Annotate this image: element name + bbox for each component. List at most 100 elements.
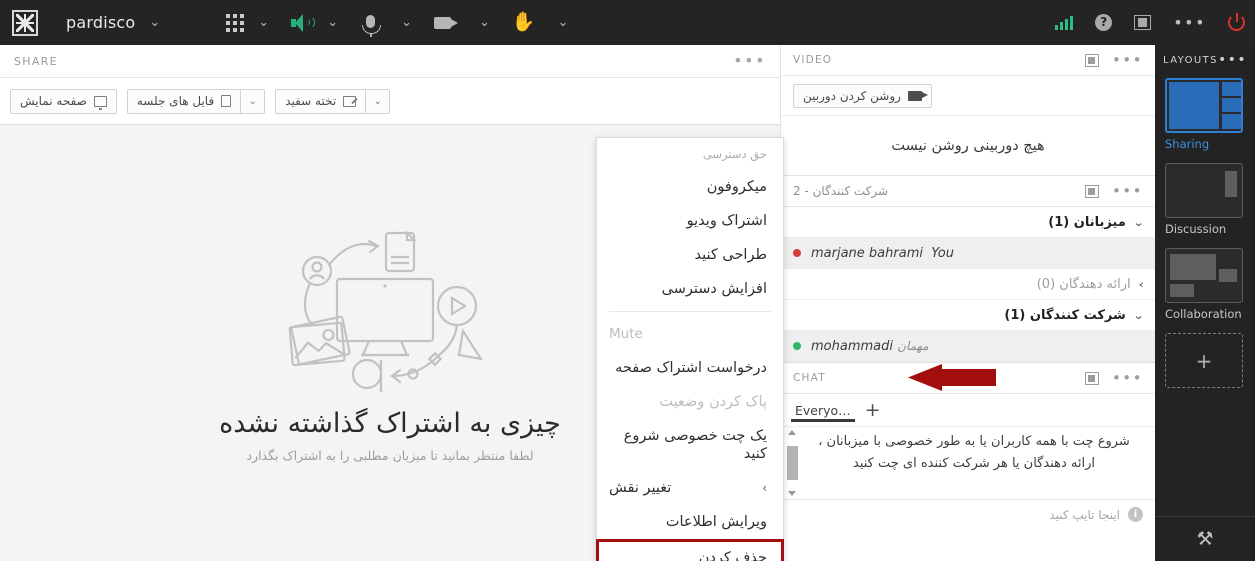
context-menu-item-edit-info[interactable]: ویرایش اطلاعات xyxy=(597,505,783,539)
context-menu-item-remove[interactable]: حذف کردن xyxy=(596,539,784,561)
room-name: pardisco xyxy=(66,13,136,32)
chat-scrollbar[interactable] xyxy=(781,427,803,499)
wrench-icon[interactable]: ⚒ xyxy=(1196,528,1213,550)
share-empty-subtitle: لطفا منتظر بمانید تا میزبان مطلبی را به … xyxy=(246,448,534,463)
layouts-footer: ⚒ xyxy=(1155,516,1255,561)
participant-row-host[interactable]: marjane bahrami You xyxy=(781,238,1155,269)
status-dot-icon xyxy=(793,249,801,257)
participants-group-attendees[interactable]: ⌄ شرکت کنندگان (1) xyxy=(781,300,1155,331)
share-screen-label: صفحه نمایش xyxy=(20,94,87,108)
chevron-right-icon: › xyxy=(762,481,767,495)
participants-group-presenters[interactable]: › ارائه دهندگان (0) xyxy=(781,269,1155,300)
participant-row-mohammadi[interactable]: mohammadi مهمان xyxy=(781,331,1155,362)
context-menu-item-clear-status: پاک کردن وضعیت xyxy=(659,394,767,410)
layout-thumbnail-collaboration[interactable] xyxy=(1165,248,1243,303)
camera-caret-icon[interactable]: ⌄ xyxy=(479,15,490,30)
participants-group-hosts-label: میزبانان (1) xyxy=(1048,214,1126,230)
share-more-options-icon[interactable]: ••• xyxy=(733,53,766,69)
whiteboard-caret-icon[interactable]: ⌄ xyxy=(365,88,391,114)
participant-name: mohammadi مهمان xyxy=(811,338,929,354)
chat-panel-title: CHAT xyxy=(793,372,826,384)
scroll-down-icon[interactable] xyxy=(788,491,796,496)
context-menu-item-increase-access[interactable]: افزایش دسترسی xyxy=(597,272,783,306)
session-files-group: فایل های جلسه ⌄ xyxy=(126,88,266,114)
layout-item-sharing[interactable]: Sharing xyxy=(1155,75,1255,151)
video-empty-text: هیچ دوربینی روشن نیست xyxy=(891,137,1045,154)
layout-item-collaboration[interactable]: Collaboration xyxy=(1155,245,1255,321)
signal-bars-icon[interactable] xyxy=(1055,15,1074,30)
raise-hand-caret-icon[interactable]: ⌄ xyxy=(558,15,569,30)
whiteboard-button[interactable]: تخته سفید xyxy=(275,88,366,114)
context-menu-item-start-private-chat[interactable]: یک چت خصوصی شروع کنید xyxy=(597,419,783,471)
whiteboard-group: تخته سفید ⌄ xyxy=(275,88,391,114)
share-screen-button[interactable]: صفحه نمایش xyxy=(10,88,117,114)
context-menu-item-microphone[interactable]: میکروفون xyxy=(597,170,783,204)
chat-add-tab-icon[interactable]: + xyxy=(865,400,881,420)
chat-tab-everyone[interactable]: Everyo… xyxy=(791,394,855,427)
video-more-options-icon[interactable]: ••• xyxy=(1112,52,1143,67)
layouts-panel-header: LAYOUTS ••• xyxy=(1155,45,1255,75)
video-panel-title: VIDEO xyxy=(793,54,833,66)
add-layout-icon[interactable]: + xyxy=(1165,333,1243,388)
room-menu-caret-icon[interactable]: ⌄ xyxy=(149,15,160,30)
chat-more-options-icon[interactable]: ••• xyxy=(1112,370,1143,385)
participants-expand-icon[interactable] xyxy=(1084,184,1099,198)
camera-icon xyxy=(907,90,928,101)
whiteboard-icon xyxy=(343,95,357,107)
video-expand-icon[interactable] xyxy=(1084,53,1099,67)
layout-thumbnail-sharing[interactable] xyxy=(1165,78,1243,133)
participants-group-hosts[interactable]: ⌄ میزبانان (1) xyxy=(781,207,1155,238)
scrollbar-thumb[interactable] xyxy=(786,446,798,480)
pardisco-logo-icon[interactable] xyxy=(12,9,38,36)
share-panel-header: SHARE ••• xyxy=(0,45,780,78)
layout-label-discussion: Discussion xyxy=(1165,222,1227,236)
context-menu-item-request-screen-share[interactable]: درخواست اشتراک صفحه xyxy=(597,351,783,385)
session-files-caret-icon[interactable]: ⌄ xyxy=(240,88,266,114)
help-icon[interactable]: ? xyxy=(1095,14,1113,31)
layouts-panel-title: LAYOUTS xyxy=(1163,54,1218,66)
share-screen-group: صفحه نمایش xyxy=(10,88,117,114)
speaker-caret-icon[interactable]: ⌄ xyxy=(327,15,338,30)
context-menu-item-draw[interactable]: طراحی کنید xyxy=(597,238,783,272)
raise-hand-icon[interactable]: ✋ xyxy=(512,13,536,32)
chat-expand-icon[interactable] xyxy=(1084,371,1099,385)
context-menu-item-share-video[interactable]: اشتراک ویدیو xyxy=(597,204,783,238)
layouts-more-options-icon[interactable]: ••• xyxy=(1218,53,1247,67)
status-dot-icon xyxy=(793,342,801,350)
chevron-down-icon: ⌄ xyxy=(1132,308,1145,322)
grid-apps-caret-icon[interactable]: ⌄ xyxy=(258,15,269,30)
sharing-illustration xyxy=(288,230,483,392)
more-options-icon[interactable]: ••• xyxy=(1173,14,1206,30)
context-menu-item-change-role-label: تغییر نقش xyxy=(609,480,672,496)
microphone-caret-icon[interactable]: ⌄ xyxy=(401,15,412,30)
document-icon xyxy=(221,95,232,107)
context-menu-item-change-role[interactable]: تغییر نقش › xyxy=(597,471,783,505)
participants-more-options-icon[interactable]: ••• xyxy=(1112,183,1143,198)
top-toolbar: pardisco ⌄ ⌄ ⌄ ⌄ ⌄ ✋ ⌄ ? ••• xyxy=(0,0,1255,45)
fullscreen-icon[interactable] xyxy=(1134,15,1152,30)
chat-input-placeholder: اینجا تایپ کنید xyxy=(1049,507,1120,522)
annotation-arrow-icon xyxy=(908,364,996,391)
whiteboard-label: تخته سفید xyxy=(285,94,337,108)
camera-icon[interactable] xyxy=(434,16,459,29)
video-toolbar: روشن کردن دوربین xyxy=(781,76,1155,116)
participants-panel-header: شرکت کنندگان - 2 ••• xyxy=(781,176,1155,207)
layout-item-discussion[interactable]: Discussion xyxy=(1155,160,1255,236)
power-icon[interactable] xyxy=(1228,13,1245,31)
chevron-right-icon: › xyxy=(1137,277,1144,291)
layout-item-add[interactable]: + xyxy=(1155,330,1255,388)
grid-apps-icon[interactable] xyxy=(226,13,245,32)
layout-thumbnail-discussion[interactable] xyxy=(1165,163,1243,218)
chat-input-row[interactable]: اینجا تایپ کنید i xyxy=(781,499,1155,529)
enable-camera-button[interactable]: روشن کردن دوربین xyxy=(793,83,932,108)
participants-panel: شرکت کنندگان - 2 ••• ⌄ میزبانان (1) marj… xyxy=(781,175,1155,362)
scroll-up-icon[interactable] xyxy=(788,430,796,435)
chevron-down-icon: ⌄ xyxy=(1132,215,1145,229)
microphone-icon[interactable] xyxy=(362,14,382,37)
info-icon[interactable]: i xyxy=(1128,507,1143,522)
session-files-button[interactable]: فایل های جلسه xyxy=(126,88,241,114)
share-panel-title: SHARE xyxy=(14,54,58,68)
context-menu-header: حق دسترسی xyxy=(702,147,767,161)
meeting-app-window: pardisco ⌄ ⌄ ⌄ ⌄ ⌄ ✋ ⌄ ? ••• SHARE ••• ص… xyxy=(0,0,1255,561)
speaker-icon[interactable] xyxy=(291,13,316,32)
